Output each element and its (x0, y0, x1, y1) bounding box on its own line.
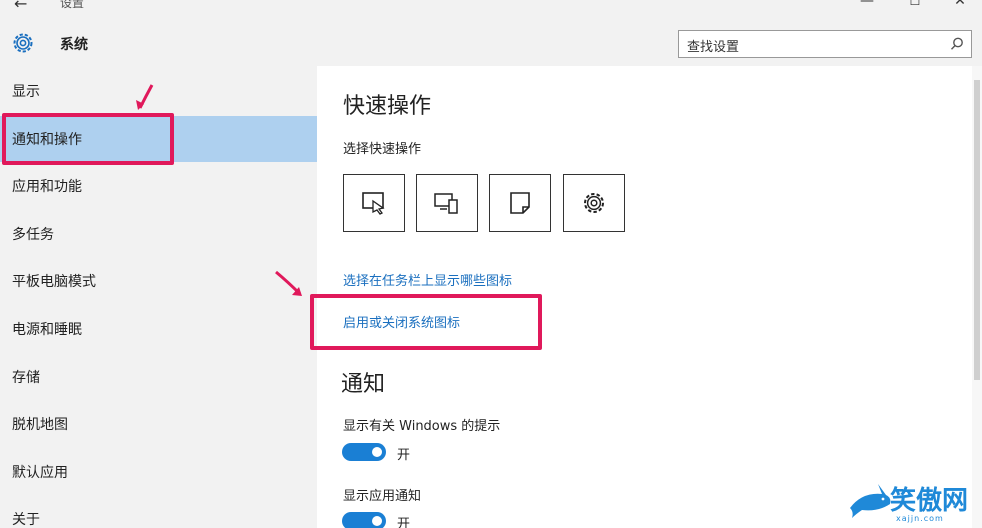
back-arrow-icon[interactable]: ← (14, 0, 27, 13)
windows-tips-label: 显示有关 Windows 的提示 (343, 419, 501, 434)
sidebar-item-label: 关于 (12, 512, 40, 528)
notifications-heading: 通知 (341, 372, 386, 397)
watermark-text: 笑傲网 (890, 486, 969, 516)
sidebar-item-storage[interactable]: 存储 (0, 354, 317, 400)
highlight-box-link (310, 294, 542, 350)
app-notifications-label: 显示应用通知 (343, 489, 422, 504)
sidebar-item-label: 默认应用 (12, 465, 68, 481)
quick-action-tile-settings[interactable] (563, 174, 625, 232)
search-icon[interactable] (949, 36, 965, 52)
app-notifications-toggle[interactable] (342, 512, 386, 528)
shark-logo-icon (850, 484, 891, 518)
sidebar-item-label: 应用和功能 (12, 179, 82, 195)
sidebar-item-power[interactable]: 电源和睡眠 (0, 306, 317, 352)
windows-tips-state: 开 (397, 448, 411, 463)
sidebar-item-offline-maps[interactable]: 脱机地图 (0, 401, 317, 447)
sidebar-item-display[interactable]: 显示 (0, 68, 317, 114)
maximize-icon[interactable]: ☐ (900, 0, 930, 8)
watermark-sub: xajjn.com (896, 514, 944, 523)
close-icon[interactable]: ✕ (945, 0, 975, 9)
watermark: 笑傲网 xajjn.com (848, 482, 978, 526)
sidebar-item-label: 存储 (12, 370, 40, 386)
window-title: 设置 (60, 0, 85, 10)
windows-tips-toggle[interactable] (342, 443, 386, 461)
gear-icon (13, 33, 33, 53)
sidebar-item-about[interactable]: 关于 (0, 496, 317, 528)
scrollbar-thumb[interactable] (974, 80, 980, 380)
sidebar-item-label: 脱机地图 (12, 417, 68, 433)
quick-action-tile-note[interactable] (489, 174, 551, 232)
header: 系统 (0, 14, 982, 66)
quick-actions-subtitle: 选择快速操作 (343, 142, 422, 157)
highlight-box-sidebar (2, 113, 174, 165)
quick-actions-heading: 快速操作 (343, 94, 432, 119)
search-box[interactable] (678, 30, 972, 58)
tablet-mode-icon (362, 192, 385, 215)
sidebar-item-apps[interactable]: 应用和功能 (0, 163, 317, 209)
sidebar-item-label: 电源和睡眠 (12, 322, 82, 338)
annotation-arrow-icon (136, 84, 154, 110)
sidebar-item-multitasking[interactable]: 多任务 (0, 211, 317, 257)
note-icon (510, 192, 530, 214)
minimize-icon[interactable]: — (852, 0, 882, 9)
sidebar-item-label: 多任务 (12, 227, 54, 243)
page-title: 系统 (60, 37, 88, 53)
sidebar-item-tablet-mode[interactable]: 平板电脑模式 (0, 258, 317, 304)
sidebar-item-label: 平板电脑模式 (12, 274, 96, 290)
app-notifications-state: 开 (397, 517, 411, 528)
title-bar: ← 设置 — ☐ ✕ (0, 0, 982, 14)
search-input[interactable] (687, 35, 937, 55)
scrollbar[interactable] (972, 66, 982, 528)
project-icon (434, 193, 458, 214)
sidebar-item-default-apps[interactable]: 默认应用 (0, 449, 317, 495)
settings-icon (584, 193, 604, 213)
quick-action-tile-project[interactable] (416, 174, 478, 232)
sidebar-item-label: 显示 (12, 84, 40, 100)
quick-action-tile-tablet[interactable] (343, 174, 405, 232)
annotation-arrow-icon (275, 270, 302, 296)
taskbar-icons-link[interactable]: 选择在任务栏上显示哪些图标 (343, 270, 512, 289)
